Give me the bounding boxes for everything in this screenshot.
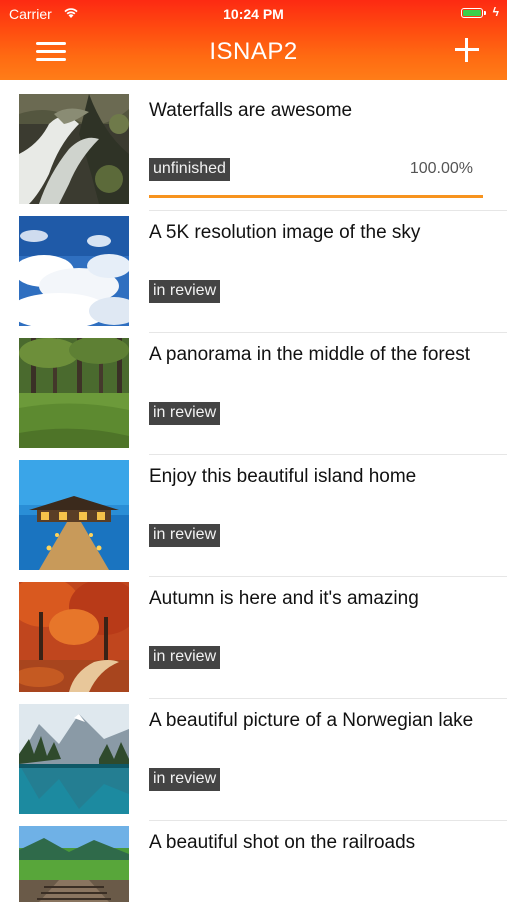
list-item[interactable]: Enjoy this beautiful island home in revi… <box>0 446 507 577</box>
waterfall-thumbnail <box>19 94 129 204</box>
item-title: A beautiful picture of a Norwegian lake <box>149 710 474 731</box>
app-title: ISNAP2 <box>209 38 298 65</box>
norwegian-lake-thumbnail <box>19 704 129 814</box>
island-home-thumbnail <box>19 460 129 570</box>
forest-thumbnail <box>19 338 129 448</box>
progress-percent: 100.00% <box>409 160 473 177</box>
add-button[interactable] <box>453 36 481 64</box>
item-title: A panorama in the middle of the forest <box>149 344 471 365</box>
list-item[interactable]: Autumn is here and it's amazing in revie… <box>0 568 507 699</box>
status-badge: unfinished <box>149 158 230 181</box>
list-item[interactable]: A panorama in the middle of the forest i… <box>0 324 507 455</box>
item-title: Enjoy this beautiful island home <box>149 466 417 487</box>
status-bar: Carrier 10:24 PM ϟ <box>0 0 507 28</box>
list-item[interactable]: Waterfalls are awesome unfinished 100.00… <box>0 80 507 211</box>
status-badge: in review <box>149 524 221 547</box>
item-title: A 5K resolution image of the sky <box>149 222 421 243</box>
progress-bar <box>149 195 483 198</box>
status-badge: in review <box>149 646 221 669</box>
status-badge: in review <box>149 280 221 303</box>
app-header: Carrier 10:24 PM ϟ ISNAP2 <box>0 0 507 80</box>
railroad-thumbnail <box>19 826 129 902</box>
list-item[interactable]: A beautiful shot on the railroads <box>0 812 507 902</box>
status-time: 10:24 PM <box>223 6 284 22</box>
progress-bar-fill <box>149 195 483 198</box>
list-item[interactable]: A 5K resolution image of the sky in revi… <box>0 202 507 333</box>
battery-icon <box>461 8 486 18</box>
item-title: Waterfalls are awesome <box>149 100 353 121</box>
sky-thumbnail <box>19 216 129 326</box>
status-badge: in review <box>149 402 221 425</box>
status-badge: in review <box>149 768 221 791</box>
item-title: A beautiful shot on the railroads <box>149 832 416 853</box>
autumn-thumbnail <box>19 582 129 692</box>
item-title: Autumn is here and it's amazing <box>149 588 419 609</box>
list-item[interactable]: A beautiful picture of a Norwegian lake … <box>0 690 507 821</box>
charging-bolt-icon: ϟ <box>492 5 499 19</box>
